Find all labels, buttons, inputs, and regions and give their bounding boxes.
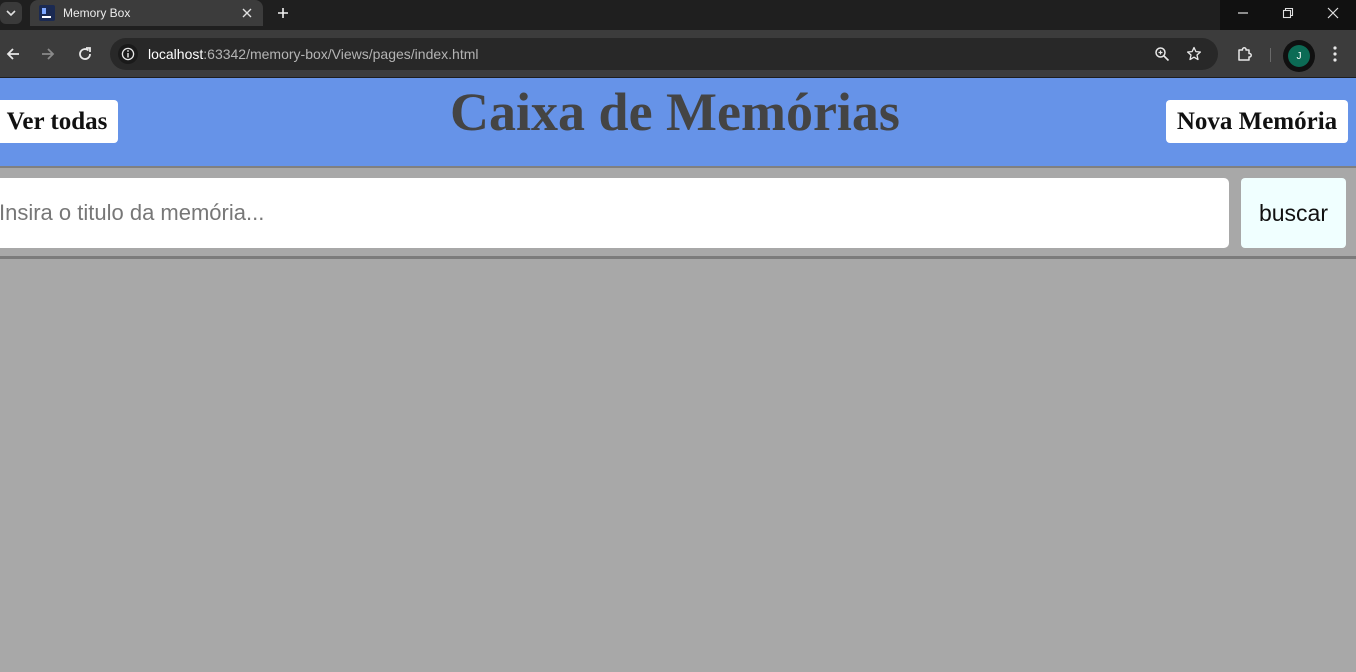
minimize-icon xyxy=(1237,12,1248,14)
browser-tab[interactable]: Memory Box xyxy=(30,0,263,26)
reload-button[interactable] xyxy=(72,41,98,67)
toolbar-separator xyxy=(1270,48,1271,62)
star-icon xyxy=(1186,46,1202,61)
search-placeholder: Insira o titulo da memória... xyxy=(0,200,265,225)
new-memory-button[interactable]: Nova Memória xyxy=(1166,100,1348,143)
bookmark-button[interactable] xyxy=(1184,44,1204,64)
url-text[interactable]: localhost:63342/memory-box/Views/pages/i… xyxy=(148,46,478,62)
page-content: Ver todas Caixa de Memórias Nova Memória… xyxy=(0,78,1356,672)
zoom-button[interactable] xyxy=(1152,44,1172,64)
back-button[interactable] xyxy=(0,41,26,67)
search-bar: Insira o titulo da memória... buscar xyxy=(0,168,1356,259)
chevron-down-icon xyxy=(6,10,16,17)
tab-title: Memory Box xyxy=(63,6,131,20)
more-vert-icon xyxy=(1333,46,1337,62)
plus-icon xyxy=(278,8,288,18)
profile-avatar[interactable]: J xyxy=(1283,40,1315,72)
browser-menu-button[interactable] xyxy=(1322,41,1348,67)
reload-icon xyxy=(79,47,91,60)
restore-icon xyxy=(1282,7,1294,19)
site-info-button[interactable] xyxy=(118,44,138,64)
window-controls xyxy=(1220,0,1356,30)
minimize-button[interactable] xyxy=(1220,0,1265,26)
intellij-icon xyxy=(39,5,55,21)
close-window-button[interactable] xyxy=(1311,0,1356,26)
extensions-button[interactable] xyxy=(1232,41,1258,67)
page-header: Ver todas Caixa de Memórias Nova Memória xyxy=(0,78,1356,168)
address-bar[interactable]: localhost:63342/memory-box/Views/pages/i… xyxy=(110,38,1218,70)
browser-tab-bar: Memory Box xyxy=(0,0,1356,30)
info-icon xyxy=(121,47,135,61)
tab-close-button[interactable] xyxy=(239,5,255,21)
browser-toolbar: localhost:63342/memory-box/Views/pages/i… xyxy=(0,30,1356,78)
arrow-left-icon xyxy=(6,48,19,60)
new-tab-button[interactable] xyxy=(272,3,294,23)
close-icon xyxy=(242,8,252,18)
url-host: localhost xyxy=(148,46,204,62)
search-input[interactable]: Insira o titulo da memória... xyxy=(0,178,1229,248)
tab-search-button[interactable] xyxy=(0,2,22,24)
puzzle-icon xyxy=(1238,47,1252,61)
forward-button[interactable] xyxy=(35,41,61,67)
close-icon xyxy=(1327,7,1339,19)
url-path: :63342/memory-box/Views/pages/index.html xyxy=(203,46,479,62)
avatar-initial: J xyxy=(1288,45,1310,67)
restore-button[interactable] xyxy=(1265,0,1310,26)
arrow-right-icon xyxy=(42,48,55,60)
search-button[interactable]: buscar xyxy=(1241,178,1346,248)
zoom-in-icon xyxy=(1155,47,1170,62)
page-title: Caixa de Memórias xyxy=(450,82,900,142)
